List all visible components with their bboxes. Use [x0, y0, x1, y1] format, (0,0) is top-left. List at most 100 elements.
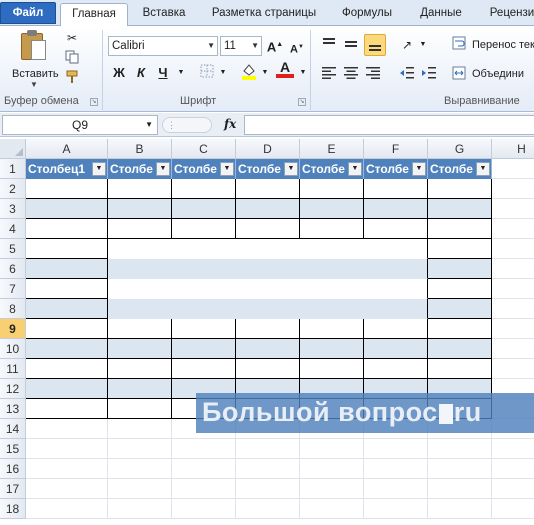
grid-cell[interactable] [108, 499, 172, 519]
tab-formulas[interactable]: Формулы [334, 3, 400, 26]
chevron-down-icon[interactable]: ▼ [256, 64, 274, 82]
shrink-font-icon[interactable]: A▼ [288, 38, 306, 56]
table-cell[interactable] [364, 179, 428, 199]
table-cell[interactable] [364, 279, 428, 299]
grid-cell[interactable] [26, 419, 108, 439]
row-header[interactable]: 7 [0, 279, 26, 299]
grid-cell[interactable] [300, 459, 364, 479]
table-cell[interactable] [428, 219, 492, 239]
table-cell[interactable] [108, 259, 172, 279]
table-cell[interactable] [236, 259, 300, 279]
table-cell[interactable] [300, 279, 364, 299]
align-right-icon[interactable] [364, 66, 382, 84]
table-cell[interactable] [428, 339, 492, 359]
grid-cell[interactable] [492, 199, 534, 219]
grid-cell[interactable] [300, 499, 364, 519]
wrap-text-icon[interactable] [450, 36, 468, 54]
table-cell[interactable] [236, 339, 300, 359]
grid-cell[interactable] [172, 479, 236, 499]
row-header[interactable]: 8 [0, 299, 26, 319]
row-header[interactable]: 18 [0, 499, 26, 519]
table-cell[interactable] [300, 299, 364, 319]
table-header-cell[interactable]: Столбе ▼ [428, 159, 492, 179]
table-cell[interactable] [236, 239, 300, 259]
row-header[interactable]: 13 [0, 399, 26, 419]
grid-cell[interactable] [428, 439, 492, 459]
grid-cell[interactable] [108, 479, 172, 499]
bold-button[interactable]: Ж [110, 64, 128, 82]
grid-cell[interactable] [108, 439, 172, 459]
chevron-down-icon[interactable]: ▼ [414, 36, 432, 54]
grid-cell[interactable] [492, 339, 534, 359]
align-center-icon[interactable] [342, 66, 360, 84]
row-header[interactable]: 11 [0, 359, 26, 379]
merge-cells-icon[interactable] [450, 66, 468, 84]
table-cell[interactable] [428, 319, 492, 339]
grid-cell[interactable] [492, 319, 534, 339]
tab-insert[interactable]: Вставка [134, 3, 194, 26]
row-header[interactable]: 10 [0, 339, 26, 359]
row-header[interactable]: 14 [0, 419, 26, 439]
table-cell[interactable] [300, 339, 364, 359]
align-top-icon[interactable] [320, 36, 338, 54]
table-cell[interactable] [236, 199, 300, 219]
grid-cell[interactable] [26, 499, 108, 519]
table-cell[interactable] [108, 239, 172, 259]
column-header[interactable]: A [26, 139, 108, 159]
grid-cell[interactable] [492, 179, 534, 199]
row-header[interactable]: 1 [0, 159, 26, 179]
table-cell[interactable] [26, 379, 108, 399]
tab-review[interactable]: Рецензи [482, 3, 534, 26]
tab-page-layout[interactable]: Разметка страницы [204, 3, 324, 26]
table-cell[interactable] [172, 219, 236, 239]
row-header[interactable]: 15 [0, 439, 26, 459]
filter-dropdown-icon[interactable]: ▼ [92, 162, 106, 176]
tab-file[interactable]: Файл [0, 2, 56, 24]
grid-cell[interactable] [300, 439, 364, 459]
table-cell[interactable] [108, 299, 172, 319]
increase-indent-icon[interactable] [420, 66, 438, 84]
table-cell[interactable] [108, 219, 172, 239]
table-cell[interactable] [108, 339, 172, 359]
grid-cell[interactable] [364, 479, 428, 499]
table-cell[interactable] [300, 259, 364, 279]
grid-cell[interactable] [492, 499, 534, 519]
filter-dropdown-icon[interactable]: ▼ [348, 162, 362, 176]
table-cell[interactable] [236, 299, 300, 319]
table-cell[interactable] [428, 239, 492, 259]
table-cell[interactable] [236, 179, 300, 199]
grid-cell[interactable] [492, 239, 534, 259]
column-header[interactable]: D [236, 139, 300, 159]
table-cell[interactable] [300, 319, 364, 339]
font-name-combo[interactable]: Calibri ▼ [108, 36, 218, 56]
clipboard-launcher-icon[interactable]: ↘ [90, 98, 98, 106]
grid-cell[interactable] [172, 459, 236, 479]
grid-cell[interactable] [492, 279, 534, 299]
grid-cell[interactable] [492, 359, 534, 379]
grid-cell[interactable] [236, 479, 300, 499]
decrease-indent-icon[interactable] [398, 66, 416, 84]
table-cell[interactable] [172, 199, 236, 219]
grid-cell[interactable] [172, 439, 236, 459]
font-color-icon[interactable]: A [276, 60, 294, 78]
name-box[interactable]: Q9 ▼ [2, 115, 158, 135]
font-size-combo[interactable]: 11 ▼ [220, 36, 262, 56]
table-cell[interactable] [364, 359, 428, 379]
chevron-down-icon[interactable]: ▼ [172, 64, 190, 82]
row-header[interactable]: 17 [0, 479, 26, 499]
filter-dropdown-icon[interactable]: ▼ [284, 162, 298, 176]
grid-cell[interactable] [236, 439, 300, 459]
format-painter-icon[interactable] [64, 70, 80, 86]
column-header[interactable]: H [492, 139, 534, 159]
table-cell[interactable] [236, 359, 300, 379]
table-cell[interactable] [364, 239, 428, 259]
table-header-cell[interactable]: Столбе ▼ [300, 159, 364, 179]
formula-input[interactable] [244, 115, 534, 135]
table-cell[interactable] [428, 259, 492, 279]
grow-font-icon[interactable]: A▲ [266, 36, 284, 54]
row-header[interactable]: 16 [0, 459, 26, 479]
column-header[interactable]: F [364, 139, 428, 159]
table-cell[interactable] [428, 299, 492, 319]
table-cell[interactable] [300, 219, 364, 239]
table-cell[interactable] [26, 319, 108, 339]
